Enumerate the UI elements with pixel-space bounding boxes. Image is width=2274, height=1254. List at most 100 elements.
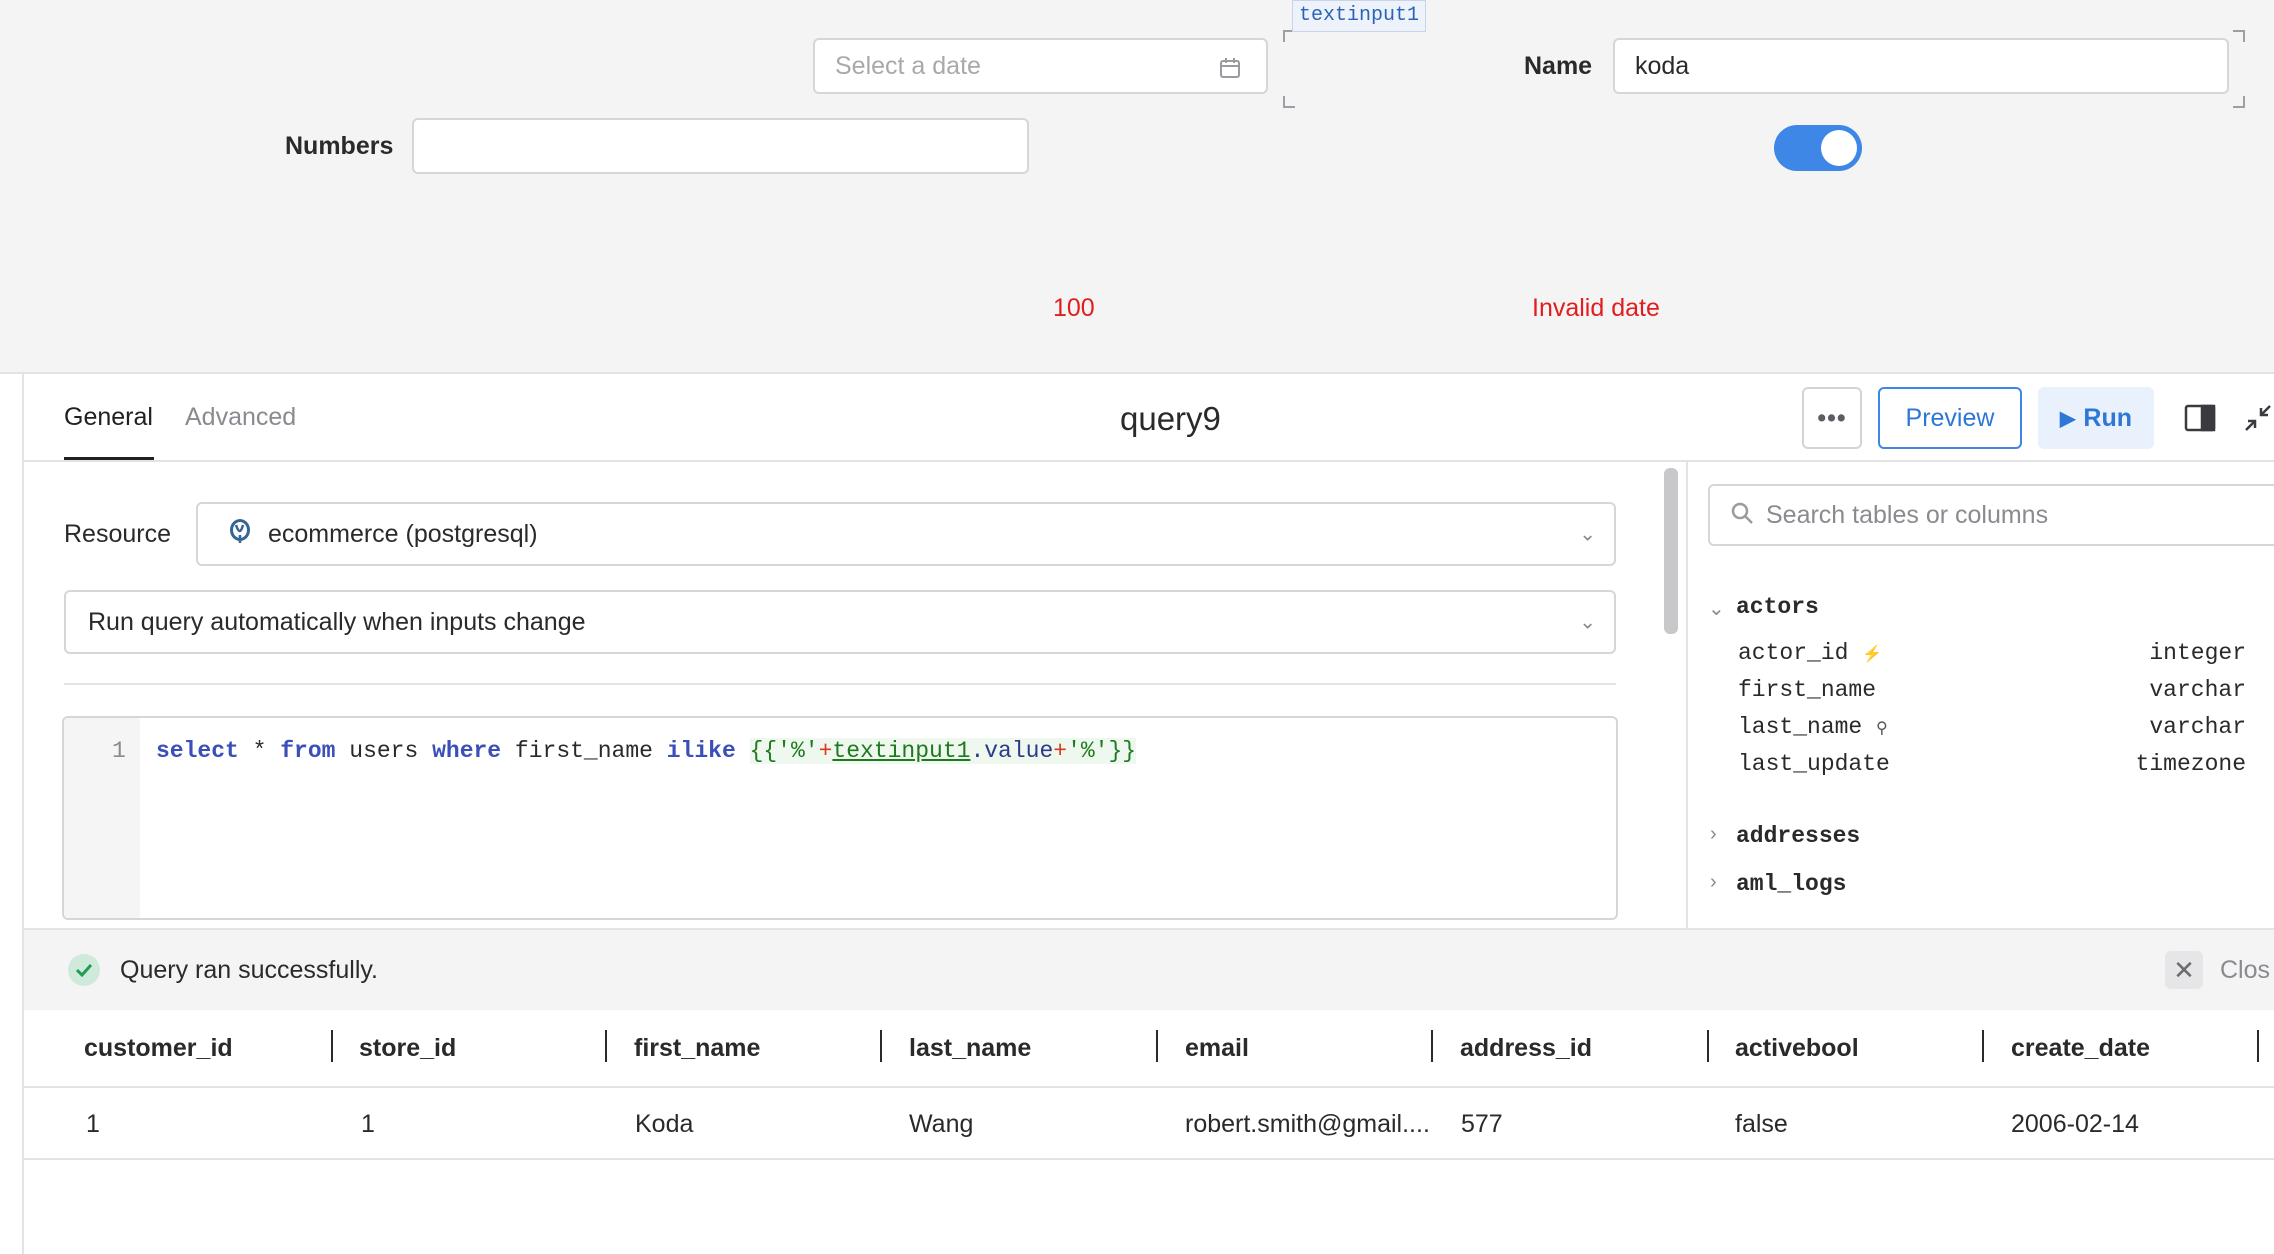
- toggle-knob: [1821, 130, 1857, 166]
- name-input-field[interactable]: [1635, 51, 2207, 81]
- column-resize-handle[interactable]: [1982, 1030, 1984, 1062]
- column-header[interactable]: email: [1185, 1034, 1249, 1063]
- table-cell[interactable]: Wang: [909, 1110, 1139, 1139]
- schema-column-name: last_name: [1738, 714, 1863, 740]
- trigger-mode-value: Run query automatically when inputs chan…: [88, 607, 586, 636]
- line-number-gutter: [64, 718, 140, 918]
- name-input[interactable]: [1613, 38, 2229, 94]
- column-resize-handle[interactable]: [1707, 1030, 1709, 1062]
- resize-handle-top-right[interactable]: [2233, 30, 2245, 42]
- trigger-mode-select[interactable]: Run query automatically when inputs chan…: [64, 590, 1616, 654]
- toggle-switch[interactable]: [1774, 125, 1862, 171]
- collapse-icon[interactable]: [2244, 404, 2272, 437]
- run-button-label: Run: [2083, 403, 2132, 432]
- play-icon: ▶: [2060, 407, 2076, 430]
- schema-column-type: varchar: [2149, 714, 2246, 740]
- panel-top-border: [0, 372, 2274, 374]
- code-text: *: [238, 738, 281, 764]
- code-keyword: select: [156, 738, 239, 764]
- table-cell[interactable]: false: [1735, 1110, 1965, 1139]
- run-button[interactable]: ▶ Run: [2038, 387, 2154, 449]
- column-resize-handle[interactable]: [880, 1030, 882, 1062]
- template-close: '%'}}: [1067, 738, 1137, 764]
- code-line[interactable]: select * from users where first_name ili…: [156, 738, 1137, 764]
- code-text: first_name: [501, 738, 667, 764]
- schema-column[interactable]: last_update: [1738, 751, 1890, 777]
- table-cell[interactable]: 1: [86, 1110, 316, 1139]
- code-keyword: from: [280, 738, 336, 764]
- code-keyword: ilike: [666, 738, 736, 764]
- column-resize-handle[interactable]: [1156, 1030, 1158, 1062]
- column-resize-handle[interactable]: [331, 1030, 333, 1062]
- more-options-button[interactable]: •••: [1802, 387, 1862, 449]
- sql-editor[interactable]: 1 select * from users where first_name i…: [62, 716, 1618, 920]
- schema-column-type: integer: [2149, 640, 2246, 666]
- date-input[interactable]: Select a date: [813, 38, 1268, 94]
- column-header[interactable]: activebool: [1735, 1034, 1859, 1063]
- schema-column-name: actor_id: [1738, 640, 1849, 666]
- numbers-label: Numbers: [285, 132, 394, 160]
- code-keyword: where: [432, 738, 502, 764]
- tab-general[interactable]: General: [64, 403, 153, 432]
- close-icon[interactable]: ✕: [2165, 951, 2203, 989]
- options-divider: [64, 683, 1616, 685]
- chevron-right-icon[interactable]: ›: [1710, 823, 1717, 846]
- code-template: {{'%'+textinput1.value+'%'}}: [749, 738, 1137, 764]
- results-top-border: [24, 928, 2274, 930]
- schema-table-aml-logs[interactable]: aml_logs: [1736, 871, 1846, 897]
- calendar-icon[interactable]: [1218, 56, 1242, 87]
- tab-advanced[interactable]: Advanced: [185, 403, 296, 432]
- chevron-down-icon[interactable]: ⌄: [1708, 596, 1725, 621]
- column-resize-handle[interactable]: [1431, 1030, 1433, 1062]
- resource-label: Resource: [64, 520, 171, 548]
- column-header[interactable]: last_name: [909, 1034, 1031, 1063]
- template-reference[interactable]: textinput1: [832, 738, 970, 764]
- column-header[interactable]: create_date: [2011, 1034, 2150, 1063]
- table-cell[interactable]: 1: [361, 1110, 591, 1139]
- numbers-input[interactable]: [412, 118, 1029, 174]
- template-property: .value: [970, 738, 1054, 764]
- index-icon: ⚲: [1876, 720, 1888, 738]
- number-text: 100: [1053, 294, 1095, 322]
- success-check-icon: [68, 954, 100, 986]
- close-results-label[interactable]: Clos: [2220, 956, 2270, 985]
- column-resize-handle[interactable]: [2257, 1030, 2259, 1062]
- template-operator: +: [1053, 738, 1068, 764]
- table-cell[interactable]: 2006-02-14: [2011, 1110, 2241, 1139]
- column-header[interactable]: store_id: [359, 1034, 456, 1063]
- column-header[interactable]: customer_id: [84, 1034, 233, 1063]
- table-cell[interactable]: robert.smith@gmail....: [1185, 1110, 1440, 1139]
- column-resize-handle[interactable]: [605, 1030, 607, 1062]
- chevron-down-icon: ⌄: [1579, 611, 1596, 634]
- query-name-title[interactable]: query9: [1120, 400, 1221, 438]
- editor-scrollbar[interactable]: [1664, 468, 1678, 634]
- name-label: Name: [1524, 52, 1593, 80]
- resource-select-value: ecommerce (postgresql): [268, 519, 538, 548]
- numbers-input-field[interactable]: [434, 131, 1007, 161]
- preview-button[interactable]: Preview: [1878, 387, 2022, 449]
- schema-column[interactable]: last_name ⚲: [1738, 714, 1888, 740]
- search-icon: [1730, 501, 1754, 530]
- schema-column-name: first_name: [1738, 677, 1877, 703]
- template-open: {{'%': [749, 738, 819, 764]
- schema-search-placeholder: Search tables or columns: [1766, 500, 2049, 529]
- table-cell[interactable]: 577: [1461, 1110, 1691, 1139]
- schema-search[interactable]: Search tables or columns: [1708, 484, 2274, 546]
- toggle-sidebar-icon[interactable]: [2184, 404, 2216, 437]
- line-number: 1: [112, 738, 126, 764]
- resize-handle-bottom-left[interactable]: [1283, 96, 1295, 108]
- resource-select[interactable]: ecommerce (postgresql) ⌄: [196, 502, 1616, 566]
- schema-table-addresses[interactable]: addresses: [1736, 823, 1860, 849]
- schema-divider: [1686, 462, 1688, 930]
- schema-column-name: last_update: [1738, 751, 1890, 777]
- component-name-tag[interactable]: textinput1: [1292, 0, 1427, 32]
- schema-table-actors[interactable]: actors: [1736, 594, 1819, 620]
- table-cell[interactable]: Koda: [635, 1110, 865, 1139]
- chevron-right-icon[interactable]: ›: [1710, 871, 1717, 894]
- schema-column[interactable]: actor_id ⚡: [1738, 640, 1882, 666]
- resize-handle-bottom-right[interactable]: [2233, 96, 2245, 108]
- header-divider: [22, 460, 2274, 462]
- column-header[interactable]: address_id: [1460, 1034, 1592, 1063]
- schema-column[interactable]: first_name: [1738, 677, 1876, 703]
- column-header[interactable]: first_name: [634, 1034, 760, 1063]
